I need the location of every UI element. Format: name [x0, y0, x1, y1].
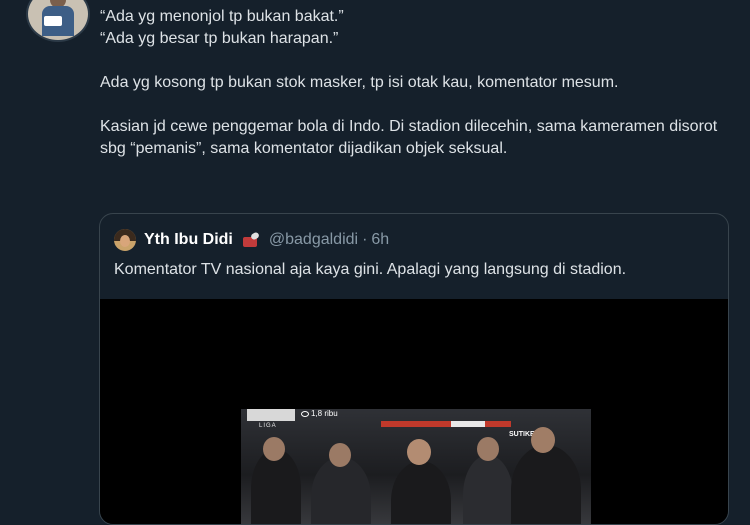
separator-dot: · [362, 231, 368, 248]
quoted-avatar[interactable] [114, 229, 136, 251]
eye-icon [301, 410, 309, 417]
tweet-line-3: Ada yg kosong tp bukan stok masker, tp i… [100, 74, 619, 91]
quoted-tweet-text: Komentator TV nasional aja kaya gini. Ap… [114, 261, 627, 278]
video-frame[interactable]: 1,8 ribu LIGA SUTIKEN [241, 409, 591, 524]
microphone-icon [239, 231, 261, 247]
tweet-line-1: “Ada yg menonjol tp bukan bakat.” [100, 8, 344, 25]
video-player[interactable]: 1,8 ribu LIGA SUTIKEN [100, 299, 728, 524]
tweet-line-4: Kasian jd cewe penggemar bola di Indo. D… [100, 118, 718, 157]
tweet-line-2: “Ada yg besar tp bukan harapan.” [100, 30, 339, 47]
quoted-tweet-header: Yth Ibu Didi @badgaldidi · 6h [114, 228, 389, 252]
quoted-display-name[interactable]: Yth Ibu Didi [144, 231, 233, 249]
user-avatar[interactable] [26, 0, 90, 42]
broadcast-brand: LIGA [259, 423, 277, 429]
tweet-body: “Ada yg menonjol tp bukan bakat.” “Ada y… [100, 6, 730, 160]
avatar-device [44, 16, 62, 26]
quoted-timestamp[interactable]: 6h [371, 231, 389, 249]
blurred-logo [247, 409, 295, 421]
view-count: 1,8 ribu [301, 409, 338, 418]
score-bar-segment [451, 421, 485, 427]
score-bar [381, 421, 511, 427]
quoted-handle[interactable]: @badgaldidi [269, 231, 358, 249]
quoted-tweet[interactable]: Yth Ibu Didi @badgaldidi · 6h Komentator… [99, 213, 729, 525]
